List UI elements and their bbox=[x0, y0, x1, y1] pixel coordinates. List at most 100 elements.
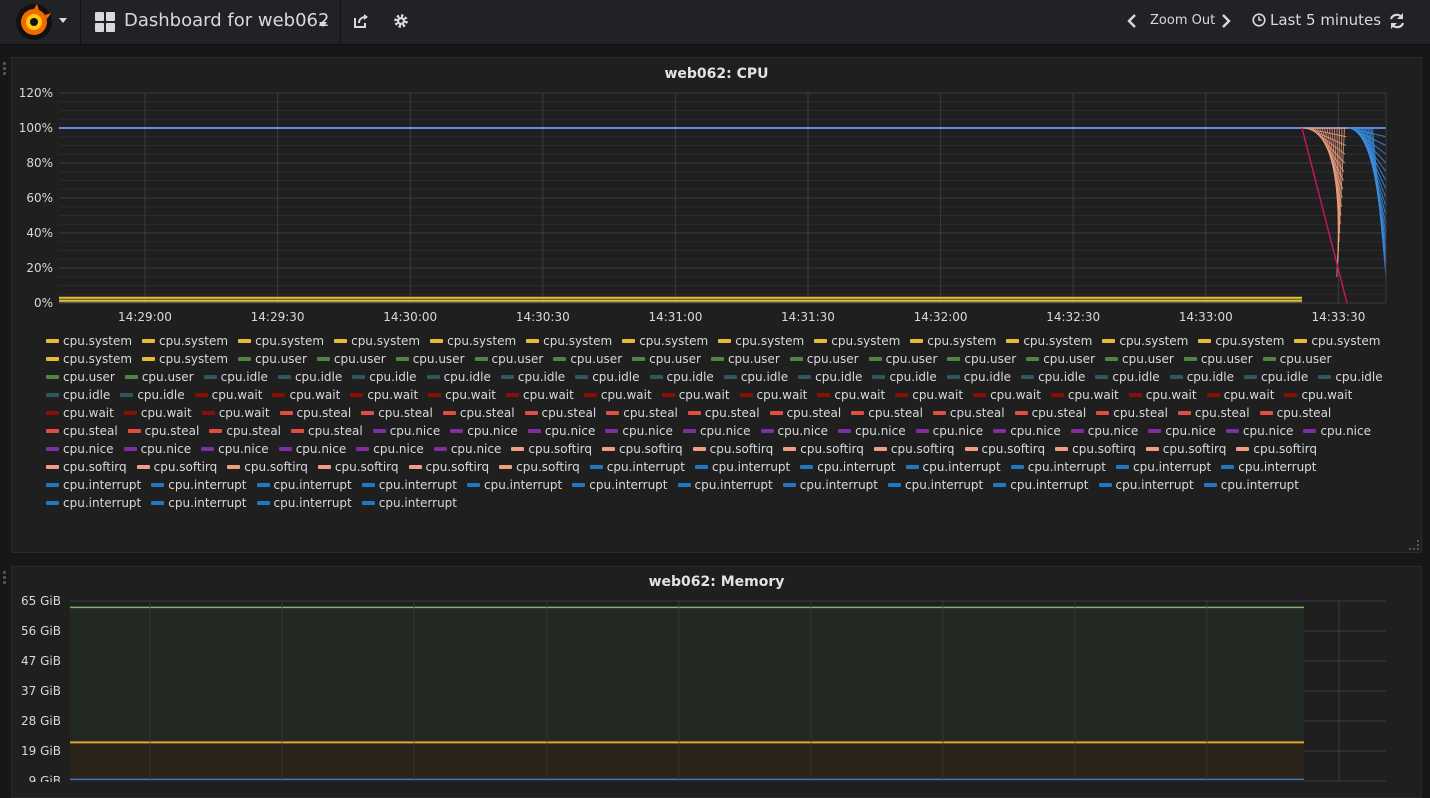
legend-item[interactable]: cpu.system bbox=[910, 332, 996, 350]
legend-item[interactable]: cpu.nice bbox=[527, 422, 595, 440]
legend-item[interactable]: cpu.wait bbox=[739, 386, 807, 404]
legend-item[interactable]: cpu.steal bbox=[524, 404, 596, 422]
legend-item[interactable]: cpu.user bbox=[710, 350, 780, 368]
legend-item[interactable]: cpu.nice bbox=[605, 422, 673, 440]
legend-item[interactable]: cpu.steal bbox=[442, 404, 515, 422]
legend-item[interactable]: cpu.nice bbox=[356, 440, 424, 458]
legend-item[interactable]: cpu.wait bbox=[1206, 386, 1274, 404]
legend-item[interactable]: cpu.idle bbox=[1169, 368, 1234, 386]
legend-item[interactable]: cpu.interrupt bbox=[151, 494, 247, 512]
legend-item[interactable]: cpu.idle bbox=[872, 368, 937, 386]
legend-item[interactable]: cpu.interrupt bbox=[782, 476, 878, 494]
legend-item[interactable]: cpu.system bbox=[334, 332, 420, 350]
chevron-right-icon[interactable] bbox=[1220, 13, 1232, 29]
legend-item[interactable]: cpu.steal bbox=[687, 404, 760, 422]
legend-item[interactable]: cpu.steal bbox=[361, 404, 433, 422]
legend-item[interactable]: cpu.wait bbox=[583, 386, 652, 404]
legend-item[interactable]: cpu.idle bbox=[1318, 368, 1383, 386]
legend-item[interactable]: cpu.interrupt bbox=[1098, 476, 1194, 494]
legend-item[interactable]: cpu.user bbox=[124, 368, 194, 386]
legend-item[interactable]: cpu.system bbox=[142, 350, 228, 368]
dashboard-picker[interactable]: Dashboard for web062 bbox=[81, 0, 341, 44]
legend-item[interactable]: cpu.softirq bbox=[964, 440, 1045, 458]
legend-item[interactable]: cpu.softirq bbox=[227, 458, 308, 476]
cpu-graph[interactable]: 0% 20% 40% 60% 80% 100% 120% 14:29:00 14:29:30 14… bbox=[12, 58, 1421, 328]
panel-resize-handle[interactable] bbox=[1409, 540, 1419, 550]
legend-item[interactable]: cpu.interrupt bbox=[361, 476, 457, 494]
legend-item[interactable]: cpu.steal bbox=[127, 422, 199, 440]
legend-item[interactable]: cpu.interrupt bbox=[1116, 458, 1211, 476]
legend-item[interactable]: cpu.interrupt bbox=[695, 458, 790, 476]
legend-item[interactable]: cpu.softirq bbox=[1145, 440, 1226, 458]
legend-item[interactable]: cpu.idle bbox=[798, 368, 862, 386]
legend-item[interactable]: cpu.wait bbox=[350, 386, 418, 404]
legend-item[interactable]: cpu.wait bbox=[895, 386, 963, 404]
legend-item[interactable]: cpu.interrupt bbox=[677, 476, 773, 494]
legend-item[interactable]: cpu.system bbox=[1006, 332, 1092, 350]
legend-item[interactable]: cpu.user bbox=[632, 350, 701, 368]
legend-item[interactable]: cpu.wait bbox=[1050, 386, 1119, 404]
legend-item[interactable]: cpu.softirq bbox=[46, 458, 127, 476]
legend-item[interactable]: cpu.nice bbox=[1070, 422, 1138, 440]
legend-item[interactable]: cpu.user bbox=[395, 350, 465, 368]
legend-item[interactable]: cpu.softirq bbox=[692, 440, 773, 458]
legend-item[interactable]: cpu.idle bbox=[649, 368, 714, 386]
legend-item[interactable]: cpu.steal bbox=[932, 404, 1005, 422]
legend-item[interactable]: cpu.steal bbox=[1014, 404, 1086, 422]
legend-item[interactable]: cpu.system bbox=[1198, 332, 1284, 350]
legend-item[interactable]: cpu.nice bbox=[993, 422, 1061, 440]
settings-button[interactable] bbox=[381, 0, 421, 44]
legend-item[interactable]: cpu.steal bbox=[851, 404, 923, 422]
legend-item[interactable]: cpu.interrupt bbox=[589, 458, 685, 476]
legend-item[interactable]: cpu.steal bbox=[606, 404, 678, 422]
grafana-menu-button[interactable] bbox=[0, 0, 81, 44]
legend-item[interactable]: cpu.idle bbox=[1095, 368, 1160, 386]
legend-item[interactable]: cpu.wait bbox=[272, 386, 340, 404]
legend-item[interactable]: cpu.nice bbox=[915, 422, 983, 440]
legend-item[interactable]: cpu.wait bbox=[123, 404, 192, 422]
legend-item[interactable]: cpu.nice bbox=[201, 440, 269, 458]
legend-item[interactable]: cpu.nice bbox=[1148, 422, 1216, 440]
legend-item[interactable]: cpu.idle bbox=[575, 368, 640, 386]
legend-item[interactable]: cpu.nice bbox=[760, 422, 828, 440]
legend-item[interactable]: cpu.softirq bbox=[602, 440, 683, 458]
legend-item[interactable]: cpu.steal bbox=[209, 422, 281, 440]
legend-item[interactable]: cpu.steal bbox=[1259, 404, 1331, 422]
legend-item[interactable]: cpu.user bbox=[553, 350, 622, 368]
time-range-picker[interactable]: Last 5 minutes bbox=[1252, 11, 1381, 29]
legend-item[interactable]: cpu.system bbox=[526, 332, 612, 350]
legend-item[interactable]: cpu.wait bbox=[194, 386, 262, 404]
legend-item[interactable]: cpu.system bbox=[430, 332, 516, 350]
legend-item[interactable]: cpu.idle bbox=[203, 368, 268, 386]
legend-item[interactable]: cpu.softirq bbox=[1055, 440, 1136, 458]
legend-item[interactable]: cpu.user bbox=[316, 350, 386, 368]
legend-item[interactable]: cpu.interrupt bbox=[993, 476, 1089, 494]
legend-item[interactable]: cpu.user bbox=[1262, 350, 1331, 368]
legend-item[interactable]: cpu.user bbox=[474, 350, 543, 368]
legend-item[interactable]: cpu.softirq bbox=[511, 440, 592, 458]
legend-item[interactable]: cpu.softirq bbox=[1236, 440, 1317, 458]
legend-item[interactable]: cpu.user bbox=[1105, 350, 1174, 368]
legend-item[interactable]: cpu.system bbox=[1102, 332, 1188, 350]
legend-item[interactable]: cpu.interrupt bbox=[361, 494, 457, 512]
legend-item[interactable]: cpu.user bbox=[1026, 350, 1095, 368]
legend-item[interactable]: cpu.nice bbox=[1303, 422, 1371, 440]
legend-item[interactable]: cpu.nice bbox=[123, 440, 191, 458]
legend-item[interactable]: cpu.idle bbox=[352, 368, 417, 386]
legend-item[interactable]: cpu.system bbox=[622, 332, 708, 350]
legend-item[interactable]: cpu.softirq bbox=[136, 458, 217, 476]
legend-item[interactable]: cpu.system bbox=[814, 332, 900, 350]
memory-graph[interactable]: 9 GiB19 GiB28 GiB37 GiB47 GiB56 GiB65 Gi… bbox=[12, 567, 1421, 782]
legend-item[interactable]: cpu.user bbox=[238, 350, 307, 368]
legend-item[interactable]: cpu.idle bbox=[46, 386, 110, 404]
legend-item[interactable]: cpu.system bbox=[1294, 332, 1380, 350]
legend-item[interactable]: cpu.softirq bbox=[499, 458, 580, 476]
legend-item[interactable]: cpu.nice bbox=[433, 440, 501, 458]
legend-item[interactable]: cpu.wait bbox=[661, 386, 730, 404]
chevron-left-icon[interactable] bbox=[1126, 13, 1138, 29]
legend-item[interactable]: cpu.softirq bbox=[783, 440, 864, 458]
legend-item[interactable]: cpu.steal bbox=[1177, 404, 1250, 422]
legend-item[interactable]: cpu.nice bbox=[838, 422, 906, 440]
legend-item[interactable]: cpu.user bbox=[789, 350, 859, 368]
legend-item[interactable]: cpu.user bbox=[46, 368, 115, 386]
